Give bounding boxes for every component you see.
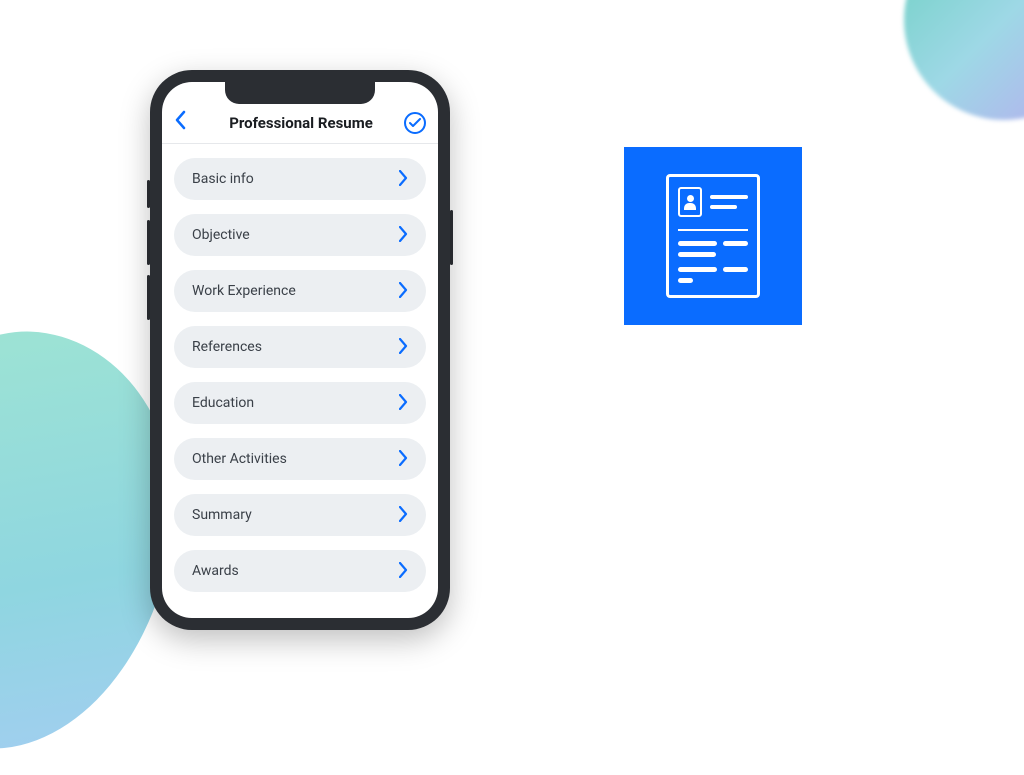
menu-item-basic-info[interactable]: Basic info — [174, 158, 426, 200]
decorative-blob-top-right — [904, 0, 1024, 120]
menu-item-education[interactable]: Education — [174, 382, 426, 424]
resume-document-icon — [666, 174, 760, 298]
phone-notch — [225, 82, 375, 104]
phone-mockup: Professional Resume Basic info Objective — [150, 70, 450, 630]
menu-item-label: References — [192, 339, 262, 355]
resume-icon-body-lines — [678, 241, 748, 283]
menu-item-label: Education — [192, 395, 254, 411]
menu-item-references[interactable]: References — [174, 326, 426, 368]
menu-item-label: Awards — [192, 563, 239, 579]
resume-icon-divider — [678, 229, 748, 231]
menu-item-label: Basic info — [192, 171, 254, 187]
chevron-right-icon — [399, 447, 408, 471]
menu-item-awards[interactable]: Awards — [174, 550, 426, 592]
resume-icon-header-lines — [710, 187, 748, 217]
done-button[interactable] — [404, 112, 426, 134]
chevron-right-icon — [399, 223, 408, 247]
back-button[interactable] — [174, 110, 198, 136]
menu-item-summary[interactable]: Summary — [174, 494, 426, 536]
phone-screen: Professional Resume Basic info Objective — [162, 82, 438, 618]
menu-item-label: Summary — [192, 507, 252, 523]
phone-power-button — [450, 210, 453, 265]
chevron-right-icon — [399, 335, 408, 359]
menu-item-label: Other Activities — [192, 451, 287, 467]
phone-body: Professional Resume Basic info Objective — [150, 70, 450, 630]
chevron-right-icon — [399, 559, 408, 583]
check-icon — [409, 118, 421, 128]
menu-item-other-activities[interactable]: Other Activities — [174, 438, 426, 480]
chevron-right-icon — [399, 279, 408, 303]
chevron-right-icon — [399, 503, 408, 527]
menu-item-label: Work Experience — [192, 283, 296, 299]
app-icon-tile — [624, 147, 802, 325]
chevron-right-icon — [399, 391, 408, 415]
resume-icon-header — [678, 187, 748, 217]
menu-item-objective[interactable]: Objective — [174, 214, 426, 256]
avatar-icon — [678, 187, 702, 217]
page-title: Professional Resume — [229, 114, 373, 132]
chevron-left-icon — [174, 110, 186, 130]
chevron-right-icon — [399, 167, 408, 191]
menu-item-label: Objective — [192, 227, 250, 243]
resume-sections-list: Basic info Objective Work Experience — [162, 144, 438, 592]
menu-item-work-experience[interactable]: Work Experience — [174, 270, 426, 312]
